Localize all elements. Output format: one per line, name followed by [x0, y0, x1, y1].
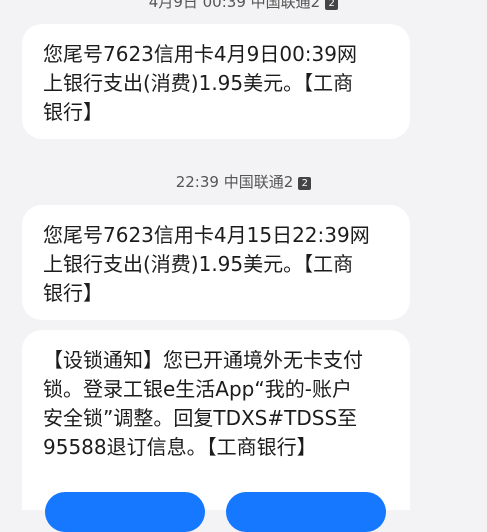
quick-action-button[interactable] — [45, 492, 205, 532]
carrier-name: 中国联通2 — [250, 0, 321, 11]
message-bubble[interactable]: 您尾号7623信用卡4月15日22:39网 上银行支出(消费)1.95美元。【工… — [22, 205, 410, 320]
message-bubble[interactable]: 您尾号7623信用卡4月9日00:39网 上银行支出(消费)1.95美元。【工商… — [22, 24, 410, 139]
carrier-name: 中国联通2 — [223, 173, 294, 191]
message-time: 22:39 — [175, 173, 219, 191]
sim-2-icon: 2 — [325, 0, 339, 10]
message-meta: 4月9日 00:39 中国联通2 2 — [0, 0, 487, 11]
quick-action-button[interactable] — [226, 492, 386, 532]
sim-2-icon: 2 — [298, 177, 312, 190]
message-bubble[interactable]: 【设锁通知】您已开通境外无卡支付 锁。登录工银e生活App“我的-账户 安全锁”… — [22, 330, 410, 510]
message-time: 4月9日 00:39 — [148, 0, 246, 11]
message-meta: 22:39 中国联通2 2 — [0, 173, 487, 191]
